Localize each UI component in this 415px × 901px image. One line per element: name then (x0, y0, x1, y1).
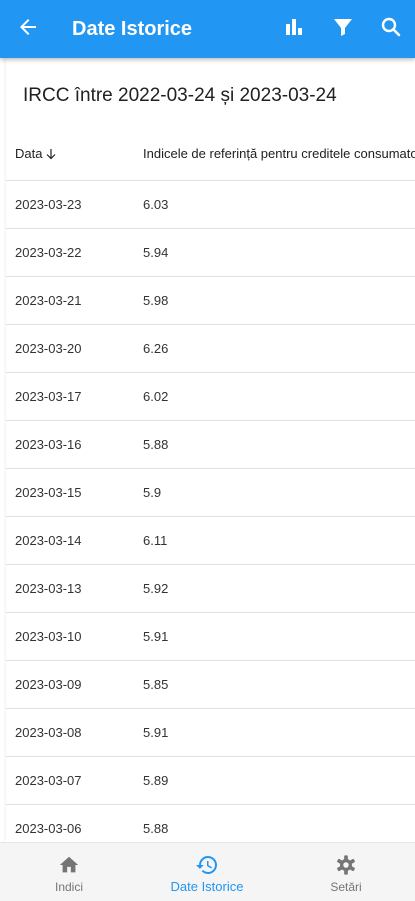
history-table: Data Indicele de referință pentru credit… (6, 128, 415, 842)
cell-value: 5.85 (143, 677, 169, 692)
table-row[interactable]: 2023-03-07 5.89 (6, 757, 415, 805)
column-header-date[interactable]: Data (15, 146, 57, 162)
cell-value: 5.91 (143, 629, 169, 644)
cell-date: 2023-03-22 (15, 245, 82, 260)
table-row[interactable]: 2023-03-20 6.26 (6, 325, 415, 373)
table-row[interactable]: 2023-03-08 5.91 (6, 709, 415, 757)
cell-value: 5.91 (143, 725, 169, 740)
home-icon (0, 853, 138, 877)
cell-date: 2023-03-06 (15, 821, 82, 836)
arrow-left-icon (16, 15, 40, 44)
cell-date: 2023-03-23 (15, 197, 82, 212)
nav-label-indici: Indici (54, 880, 83, 894)
cell-date: 2023-03-21 (15, 293, 82, 308)
period-heading: IRCC între 2022-03-24 și 2023-03-24 (23, 85, 337, 106)
filter-icon (331, 15, 355, 44)
search-button[interactable] (377, 15, 405, 43)
cell-date: 2023-03-14 (15, 533, 82, 548)
chart-button[interactable] (280, 15, 308, 43)
table-row[interactable]: 2023-03-09 5.85 (6, 661, 415, 709)
table-row[interactable]: 2023-03-10 5.91 (6, 613, 415, 661)
nav-item-indici[interactable]: Indici (0, 843, 138, 901)
cell-date: 2023-03-08 (15, 725, 82, 740)
table-header: Data Indicele de referință pentru credit… (6, 128, 415, 181)
cell-date: 2023-03-16 (15, 437, 82, 452)
filter-button[interactable] (329, 15, 357, 43)
cell-date: 2023-03-20 (15, 341, 82, 356)
column-header-value[interactable]: Indicele de referință pentru creditele c… (143, 146, 415, 162)
cell-value: 5.98 (143, 293, 169, 308)
sort-arrow-down-icon (45, 148, 57, 160)
bottom-navigation: Indici Date Istorice Setări (0, 842, 415, 901)
cell-value: 5.89 (143, 773, 169, 788)
nav-label-date-istorice: Date Istorice (170, 879, 244, 894)
table-row[interactable]: 2023-03-21 5.98 (6, 277, 415, 325)
column-header-date-label: Data (15, 146, 43, 161)
cell-date: 2023-03-13 (15, 581, 82, 596)
cell-value: 5.88 (143, 437, 169, 452)
cell-value: 6.11 (143, 533, 168, 548)
nav-label-setari: Setări (330, 880, 362, 894)
cell-value: 6.02 (143, 389, 169, 404)
page-title: Date Istorice (72, 18, 193, 40)
cell-date: 2023-03-15 (15, 485, 82, 500)
app-bar: Date Istorice (0, 0, 415, 58)
cell-date: 2023-03-10 (15, 629, 82, 644)
cell-value: 6.03 (143, 197, 169, 212)
back-button[interactable] (14, 15, 42, 43)
cell-date: 2023-03-17 (15, 389, 82, 404)
content-area[interactable]: IRCC între 2022-03-24 și 2023-03-24 Data… (0, 58, 415, 842)
nav-item-setari[interactable]: Setări (277, 843, 415, 901)
cell-value: 5.94 (143, 245, 169, 260)
bar-chart-icon (282, 15, 306, 44)
cell-value: 5.92 (143, 581, 169, 596)
search-icon (379, 15, 403, 44)
table-row[interactable]: 2023-03-23 6.03 (6, 181, 415, 229)
table-row[interactable]: 2023-03-14 6.11 (6, 517, 415, 565)
cell-value: 5.9 (143, 485, 162, 500)
history-icon (138, 853, 276, 877)
table-row[interactable]: 2023-03-13 5.92 (6, 565, 415, 613)
cell-value: 5.88 (143, 821, 169, 836)
settings-icon (277, 853, 415, 877)
table-row[interactable]: 2023-03-22 5.94 (6, 229, 415, 277)
cell-date: 2023-03-09 (15, 677, 82, 692)
table-row[interactable]: 2023-03-15 5.9 (6, 469, 415, 517)
table-row[interactable]: 2023-03-17 6.02 (6, 373, 415, 421)
cell-date: 2023-03-07 (15, 773, 82, 788)
cell-value: 6.26 (143, 341, 169, 356)
table-row[interactable]: 2023-03-06 5.88 (6, 805, 415, 842)
nav-item-date-istorice[interactable]: Date Istorice (138, 843, 276, 901)
table-row[interactable]: 2023-03-16 5.88 (6, 421, 415, 469)
